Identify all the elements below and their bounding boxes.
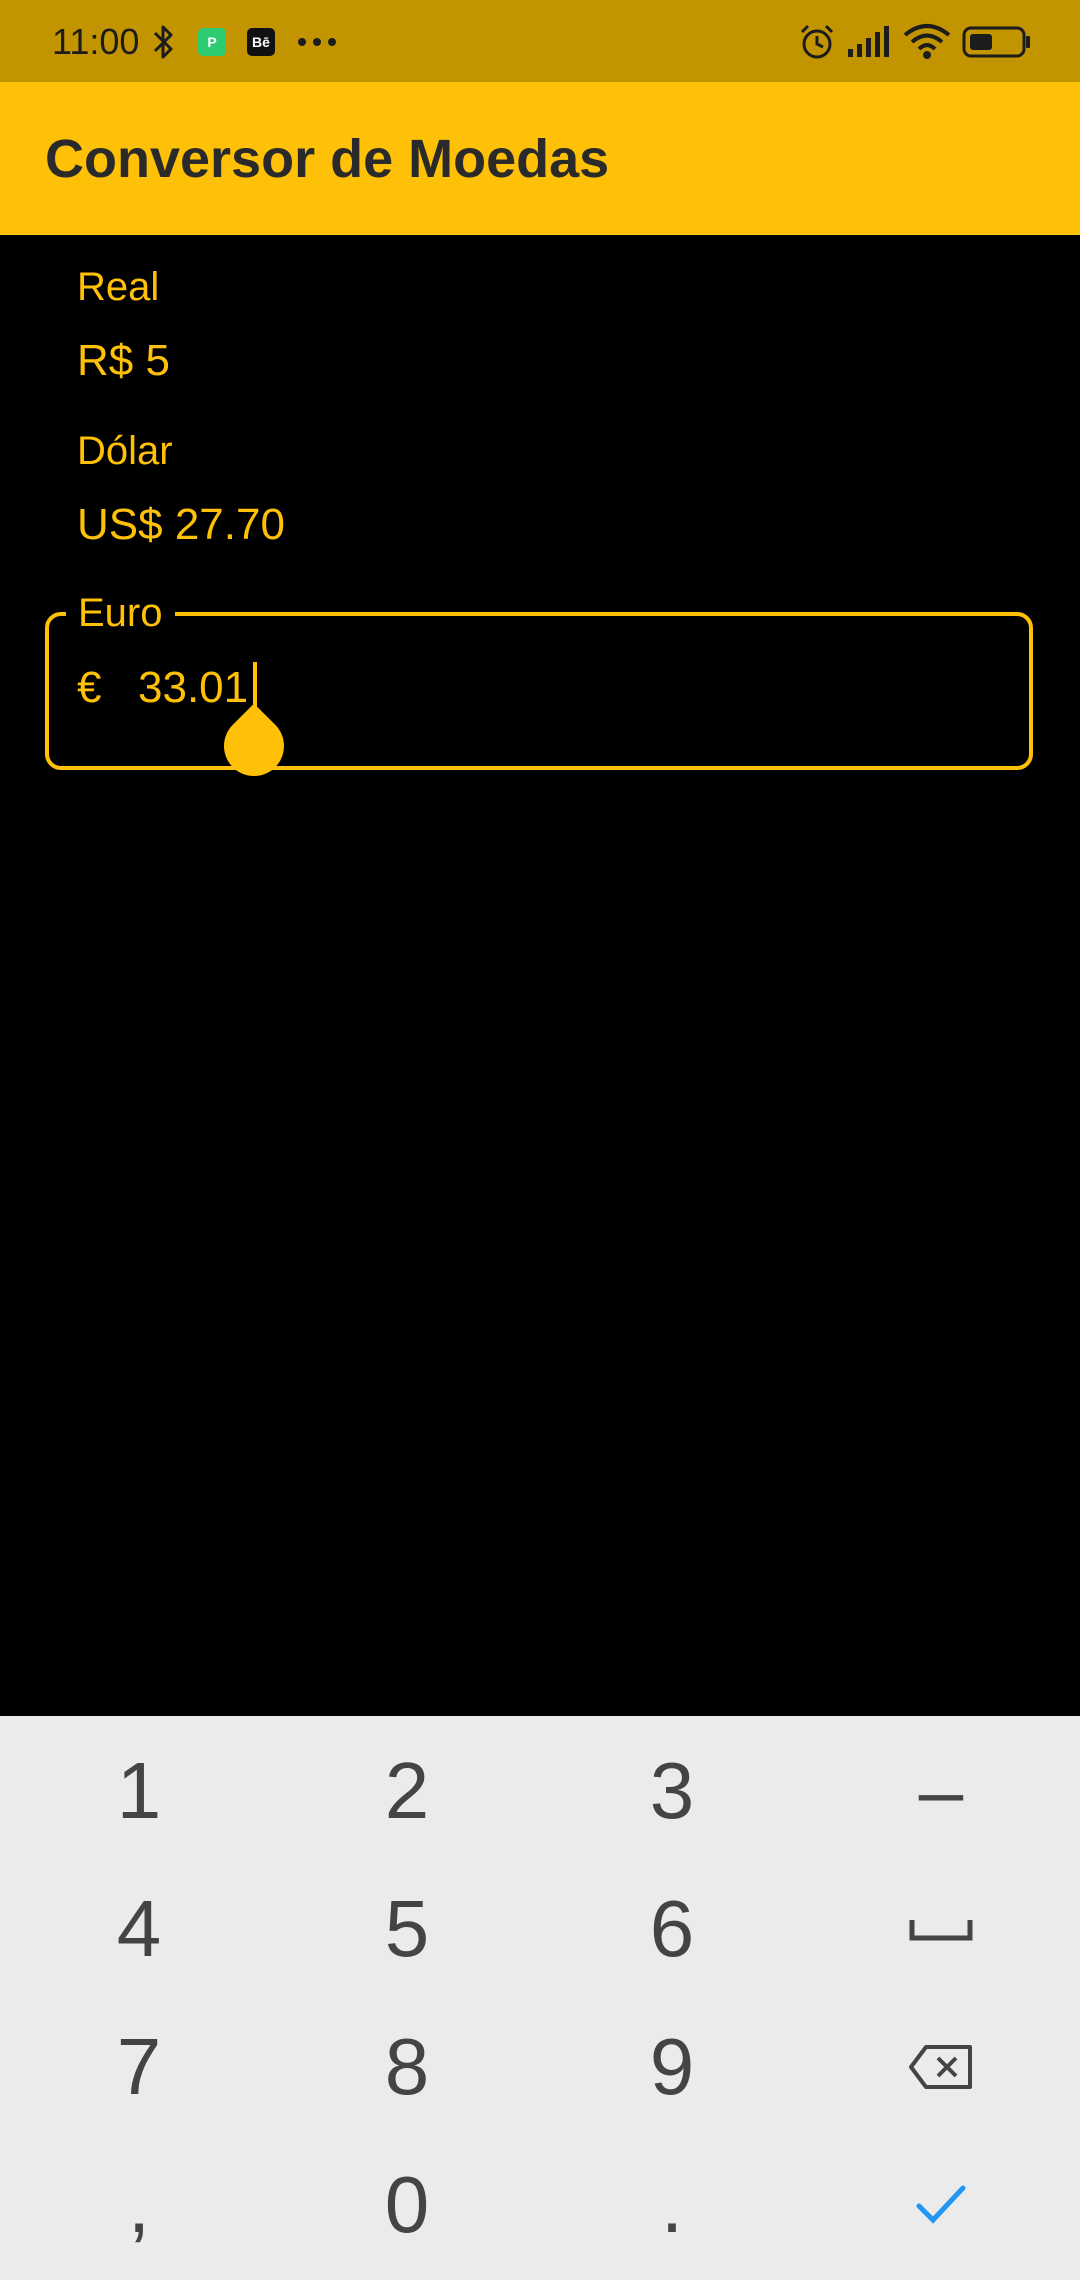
key-comma[interactable]: , <box>4 2136 274 2274</box>
behance-badge-text: Bē <box>247 28 275 56</box>
key-4[interactable]: 4 <box>4 1860 274 1998</box>
key-space[interactable] <box>806 1860 1076 1998</box>
app-bar: Conversor de Moedas <box>0 82 1080 235</box>
key-period[interactable]: . <box>537 2136 807 2274</box>
key-backspace[interactable] <box>806 1998 1076 2136</box>
key-9[interactable]: 9 <box>537 1998 807 2136</box>
key-8[interactable]: 8 <box>272 1998 542 2136</box>
behance-app-icon: Bē <box>247 22 275 62</box>
key-7[interactable]: 7 <box>4 1998 274 2136</box>
pix-badge-text: P <box>198 28 226 56</box>
bluetooth-icon <box>152 22 176 62</box>
backspace-icon <box>909 2045 972 2089</box>
status-time: 11:00 <box>52 21 140 62</box>
signal-icon <box>846 22 890 62</box>
euro-label: Euro <box>66 588 175 638</box>
euro-input[interactable]: 33.01 <box>138 660 988 716</box>
real-field[interactable]: R$ 5 <box>77 333 170 389</box>
pix-app-icon: P <box>198 22 226 62</box>
euro-currency-prefix: € <box>77 663 102 712</box>
numeric-keyboard: 1 2 3 – 4 5 6 7 8 9 , 0 . <box>0 1716 1080 2280</box>
status-bar: 11:00 P Bē <box>0 0 1080 82</box>
more-dots-icon <box>296 22 338 62</box>
real-label: Real <box>77 265 160 309</box>
key-5[interactable]: 5 <box>272 1860 542 1998</box>
alarm-icon <box>798 22 836 62</box>
checkmark-icon <box>916 2185 966 2224</box>
space-icon <box>909 1920 973 1941</box>
dolar-field[interactable]: US$ 27.70 <box>77 497 285 553</box>
key-minus[interactable]: – <box>806 1722 1076 1860</box>
battery-icon <box>962 22 1032 62</box>
wifi-icon <box>902 22 952 62</box>
key-1[interactable]: 1 <box>4 1722 274 1860</box>
dolar-label: Dólar <box>77 429 173 473</box>
key-3[interactable]: 3 <box>537 1722 807 1860</box>
key-6[interactable]: 6 <box>537 1860 807 1998</box>
key-done[interactable] <box>806 2136 1076 2274</box>
key-2[interactable]: 2 <box>272 1722 542 1860</box>
app-title: Conversor de Moedas <box>45 129 610 189</box>
key-0[interactable]: 0 <box>272 2136 542 2274</box>
